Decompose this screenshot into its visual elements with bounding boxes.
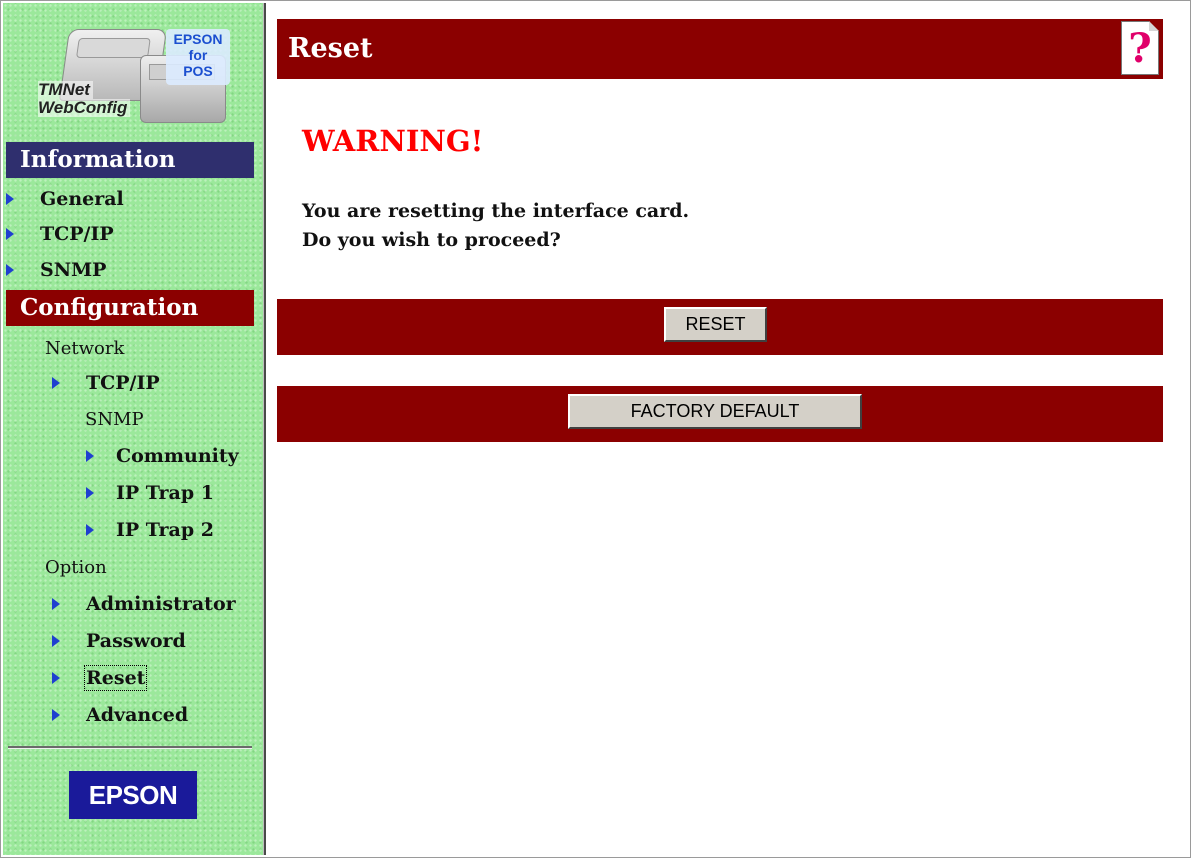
- configuration-heading: Configuration: [6, 290, 254, 326]
- sidebar-item-label: Password: [86, 630, 186, 652]
- network-group-label: Network: [45, 337, 125, 359]
- help-icon[interactable]: ?: [1121, 21, 1159, 75]
- arrow-right-icon: [52, 598, 60, 610]
- frame-divider[interactable]: [263, 3, 266, 855]
- factory-default-button[interactable]: FACTORY DEFAULT: [568, 394, 862, 429]
- sidebar-item-info-snmp[interactable]: SNMP: [6, 255, 106, 285]
- arrow-right-icon: [52, 709, 60, 721]
- sidebar-item-label: TCP/IP: [40, 223, 114, 245]
- sidebar-item-label: IP Trap 1: [116, 482, 214, 504]
- sidebar-item-config-tcpip[interactable]: TCP/IP: [52, 368, 160, 398]
- sidebar: EPSON for POS TMNet WebConfig Information …: [3, 3, 263, 855]
- page-title: Reset: [277, 19, 1163, 79]
- snmp-group-label: SNMP: [85, 408, 144, 430]
- sidebar-item-info-tcpip[interactable]: TCP/IP: [6, 219, 114, 249]
- arrow-right-icon: [6, 193, 14, 205]
- tmnet-label: TMNet: [38, 81, 93, 99]
- arrow-right-icon: [52, 672, 60, 684]
- sidebar-item-label: TCP/IP: [86, 372, 160, 394]
- sidebar-item-label: Community: [116, 445, 239, 467]
- arrow-right-icon: [6, 264, 14, 276]
- sidebar-item-label: Advanced: [86, 704, 189, 726]
- webconfig-label: WebConfig: [38, 99, 131, 117]
- sidebar-item-label: SNMP: [40, 259, 107, 281]
- sidebar-item-ip-trap-1[interactable]: IP Trap 1: [86, 478, 214, 508]
- sidebar-item-advanced[interactable]: Advanced: [52, 700, 188, 730]
- sidebar-item-community[interactable]: Community: [86, 441, 239, 471]
- option-group-label: Option: [45, 556, 107, 578]
- tmnet-webconfig-text: TMNet WebConfig: [38, 81, 158, 117]
- warning-message-line-1: You are resetting the interface card.: [302, 200, 690, 222]
- warning-heading: WARNING!: [302, 124, 484, 158]
- epson-logo: EPSON: [69, 771, 197, 819]
- sidebar-item-ip-trap-2[interactable]: IP Trap 2: [86, 515, 214, 545]
- information-heading: Information: [6, 142, 254, 178]
- sidebar-item-administrator[interactable]: Administrator: [52, 589, 236, 619]
- epson-for-pos-badge: EPSON for POS: [166, 29, 230, 85]
- sidebar-item-label: IP Trap 2: [116, 519, 214, 541]
- arrow-right-icon: [86, 450, 94, 462]
- sidebar-item-label: Reset: [83, 665, 148, 691]
- arrow-right-icon: [52, 377, 60, 389]
- arrow-right-icon: [6, 228, 14, 240]
- tmnet-webconfig-logo: EPSON for POS TMNet WebConfig: [10, 25, 238, 137]
- arrow-right-icon: [52, 635, 60, 647]
- sidebar-item-label: Administrator: [86, 593, 236, 615]
- sidebar-item-general[interactable]: General: [6, 184, 124, 214]
- sidebar-item-reset[interactable]: Reset: [52, 663, 148, 693]
- sidebar-item-label: General: [40, 188, 124, 210]
- arrow-right-icon: [86, 524, 94, 536]
- sidebar-divider: [8, 746, 252, 749]
- sidebar-item-password[interactable]: Password: [52, 626, 186, 656]
- arrow-right-icon: [86, 487, 94, 499]
- reset-button[interactable]: RESET: [664, 307, 767, 342]
- warning-message-line-2: Do you wish to proceed?: [302, 229, 561, 251]
